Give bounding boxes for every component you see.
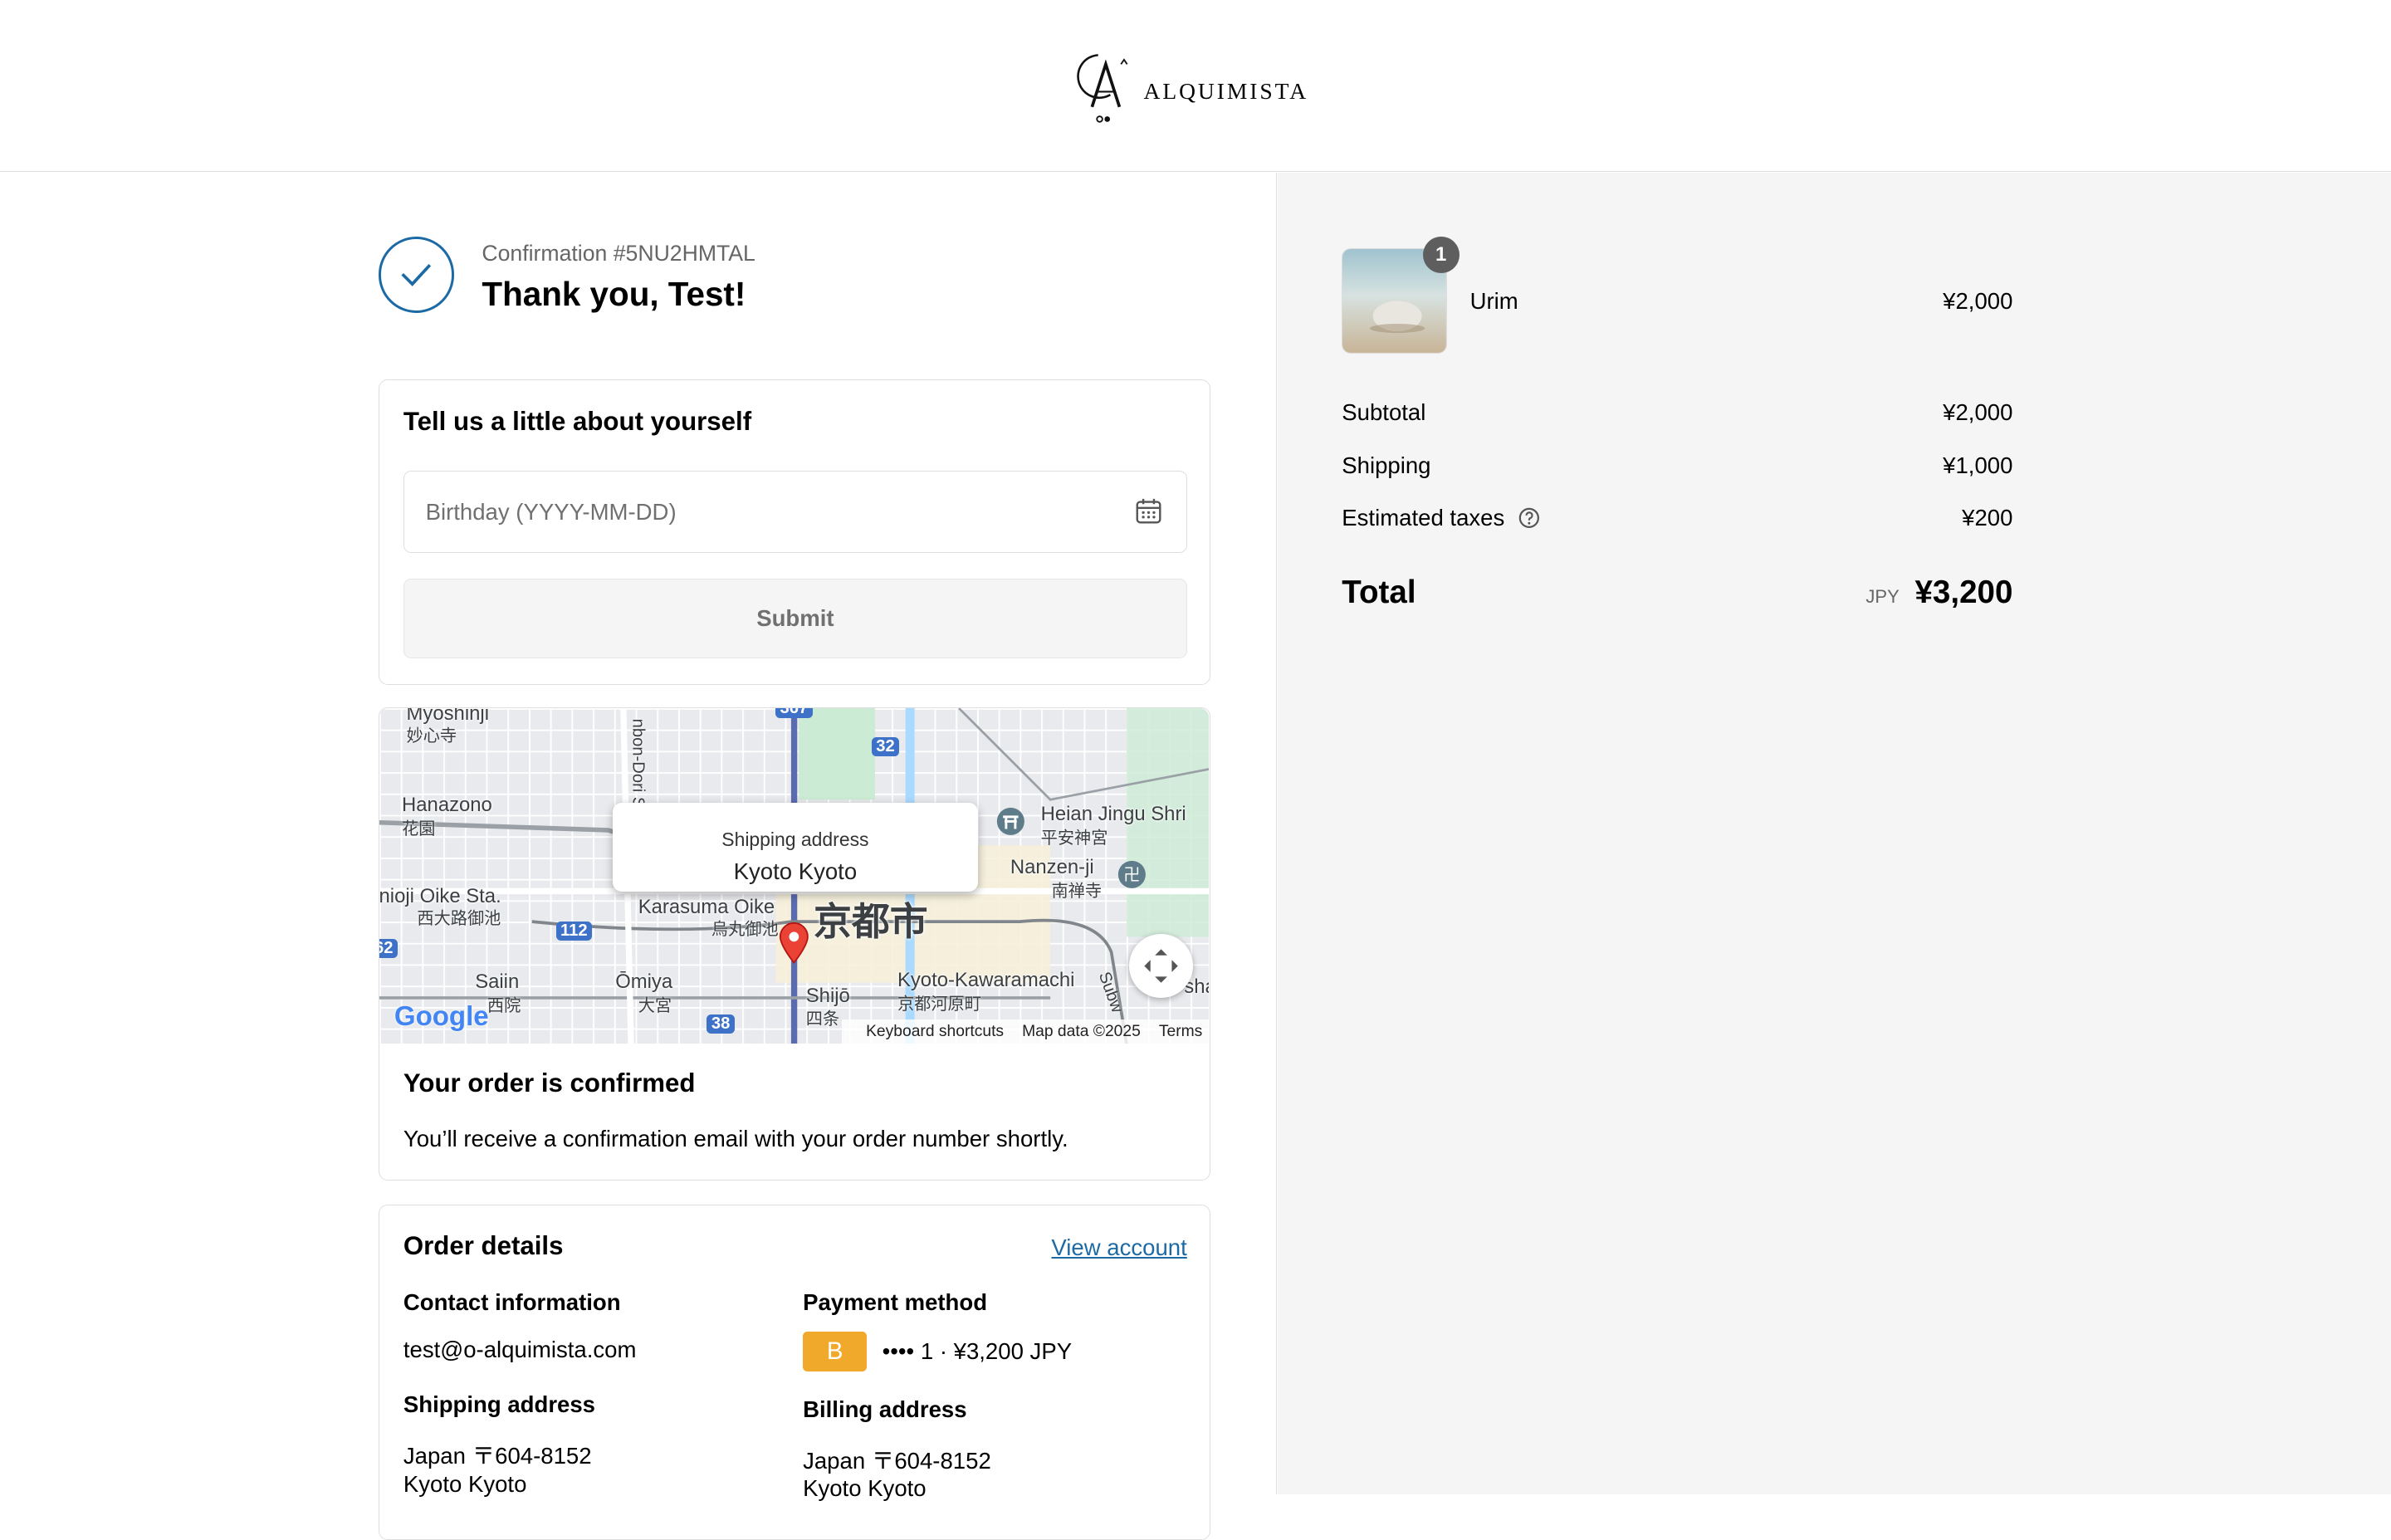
brand-name: ALQUIMISTA — [1143, 78, 1309, 105]
map-label-oike-sta-jp: 西大路御池 — [417, 910, 501, 929]
payment-badge-icon: B — [803, 1332, 868, 1372]
submit-button[interactable]: Submit — [403, 579, 1187, 658]
fullscreen-button[interactable] — [1129, 934, 1194, 999]
tooltip-label: Shipping address — [721, 829, 869, 851]
map-label-hanazono: Hanazono — [402, 794, 492, 817]
help-circle-icon[interactable] — [1518, 507, 1540, 529]
shipping-address-line2: Kyoto Kyoto — [403, 1470, 527, 1497]
shipping-address-tooltip: Shipping address Kyoto Kyoto — [612, 803, 979, 892]
currency-code: JPY — [1865, 586, 1900, 608]
route-shield: 62 — [379, 938, 398, 958]
map-data-text: Map data ©2025 — [1022, 1022, 1141, 1040]
map-label-omiya-jp: 大宮 — [638, 996, 672, 1015]
view-account-link[interactable]: View account — [1051, 1234, 1186, 1261]
subtotal-value: ¥2,000 — [1943, 399, 2013, 426]
map-label-kawaramachi: Kyoto-Kawaramachi — [897, 969, 1075, 992]
billing-address-line2: Kyoto Kyoto — [803, 1475, 927, 1502]
alchemist-logo-icon — [1076, 53, 1128, 123]
shipping-value: ¥1,000 — [1943, 452, 2013, 479]
map-label-shijo-jp: 四条 — [805, 1010, 840, 1029]
tooltip-value: Kyoto Kyoto — [733, 858, 858, 885]
map-label-karasuma-jp: 烏丸御池 — [711, 921, 779, 939]
page-title: Thank you, Test! — [482, 274, 746, 313]
contact-info-value: test@o-alquimista.com — [403, 1336, 637, 1362]
map-label-myoshinji-jp: 妙心寺 — [406, 726, 457, 746]
about-yourself-card: Tell us a little about yourself Submit — [378, 379, 1211, 685]
taxes-value: ¥200 — [1962, 504, 2013, 530]
temple-icon: 卍 — [1118, 860, 1147, 888]
about-yourself-title: Tell us a little about yourself — [403, 406, 752, 436]
map-attribution: Keyboard shortcuts Map data ©2025 Terms — [841, 1019, 1209, 1044]
svg-text:卍: 卍 — [1124, 865, 1141, 885]
product-name: Urim — [1469, 288, 1518, 315]
order-confirmed-card: Myoshinji 妙心寺 Hanazono 花園 nioji Oike Sta… — [378, 707, 1211, 1181]
total-wrap: JPY ¥3,200 — [1865, 574, 2012, 611]
calendar-icon[interactable] — [1135, 497, 1162, 531]
google-logo: Google — [394, 1000, 489, 1032]
birthday-field[interactable] — [403, 470, 1187, 554]
shrine-icon — [996, 807, 1024, 835]
shipping-label: Shipping — [1342, 452, 1431, 479]
billing-address-line1: Japan 〒604-8152 — [803, 1447, 991, 1474]
brand-logo[interactable]: ALQUIMISTA — [1076, 49, 1309, 125]
shipping-row: Shipping ¥1,000 — [1342, 452, 2012, 479]
map-label-hanazono-jp: 花園 — [402, 819, 436, 838]
route-shield: 32 — [871, 737, 900, 757]
confirmation-number: Confirmation #5NU2HMTAL — [482, 241, 755, 266]
quantity-badge: 1 — [1422, 236, 1460, 273]
fullscreen-icon — [1144, 949, 1178, 983]
map-label-saiin-jp: 西院 — [487, 996, 521, 1015]
header: ALQUIMISTA — [0, 0, 2391, 172]
order-confirmed-title: Your order is confirmed — [403, 1068, 696, 1098]
map-label-kyoto-city: 京都市 — [813, 899, 928, 943]
total-row: Total JPY ¥3,200 — [1342, 574, 2012, 611]
map-label-heian: Heian Jingu Shri — [1040, 803, 1186, 826]
check-circle-icon — [378, 236, 455, 313]
taxes-label-wrap: Estimated taxes — [1342, 505, 1540, 531]
total-value: ¥3,200 — [1914, 574, 2013, 611]
map-label-nanzenji-jp: 南禅寺 — [1051, 882, 1103, 902]
route-shield: 112 — [555, 922, 593, 941]
map-label-shijo: Shijō — [805, 984, 850, 1007]
billing-address-label: Billing address — [803, 1396, 967, 1422]
total-label: Total — [1342, 574, 1416, 611]
map-label-heian-jp: 平安神宮 — [1040, 829, 1108, 848]
subtotal-label: Subtotal — [1342, 399, 1426, 426]
subtotal-row: Subtotal ¥2,000 — [1342, 399, 2012, 426]
map-label-saiin: Saiin — [475, 970, 520, 994]
route-shield: 367 — [775, 708, 813, 719]
keyboard-shortcuts-link[interactable]: Keyboard shortcuts — [866, 1023, 1004, 1040]
birthday-input[interactable] — [422, 471, 1100, 554]
map-label-omiya: Ōmiya — [615, 970, 673, 994]
map-pin-icon — [779, 922, 809, 965]
product-price: ¥2,000 — [1943, 288, 2013, 315]
order-confirmed-message: You’ll receive a confirmation email with… — [403, 1126, 1068, 1152]
payment-method-value: •••• 1 · ¥3,200 JPY — [882, 1337, 1073, 1364]
order-details-card: Order details View account Contact infor… — [378, 1204, 1211, 1540]
terms-link[interactable]: Terms — [1159, 1023, 1202, 1040]
map-label-nanzenji: Nanzen-ji — [1010, 856, 1094, 879]
map-label-kawaramachi-jp: 京都河原町 — [897, 995, 981, 1014]
shipping-address-line1: Japan 〒604-8152 — [403, 1443, 592, 1469]
shipping-address-label: Shipping address — [403, 1391, 595, 1418]
map-label-senbon: nbon-Dori S — [628, 718, 647, 809]
taxes-row: Estimated taxes ¥200 — [1342, 505, 2012, 531]
payment-method-label: Payment method — [803, 1289, 988, 1315]
contact-info-label: Contact information — [403, 1289, 621, 1315]
order-details-title: Order details — [403, 1231, 564, 1261]
shipping-map[interactable]: Myoshinji 妙心寺 Hanazono 花園 nioji Oike Sta… — [379, 708, 1209, 1044]
route-shield: 38 — [707, 1014, 735, 1034]
order-summary: 1 Urim ¥2,000 Subtotal ¥2,000 Shipping ¥… — [1278, 172, 2391, 1494]
taxes-label: Estimated taxes — [1342, 504, 1505, 530]
